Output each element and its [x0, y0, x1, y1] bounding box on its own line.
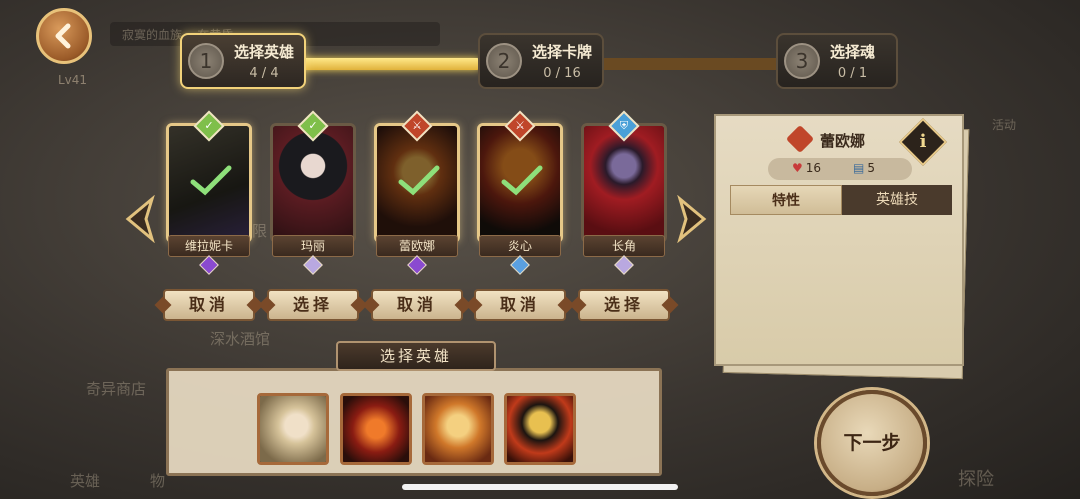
cancel-button[interactable]: 取消	[371, 289, 463, 321]
prev-arrow-button[interactable]	[122, 194, 156, 244]
home-indicator[interactable]	[402, 484, 678, 490]
step-count: 0 / 16	[543, 66, 581, 81]
hero-card-veronica[interactable]: ✓ 维拉妮卡	[166, 110, 252, 275]
selected-hero-thumb[interactable]	[422, 393, 494, 465]
player-level: Lv41	[58, 73, 88, 87]
cancel-button[interactable]: 取消	[474, 289, 566, 321]
ghost-label: 深水酒馆	[210, 330, 271, 348]
rarity-gem-icon	[199, 255, 219, 275]
selected-hero-thumb[interactable]	[504, 393, 576, 465]
step-number: 2	[486, 43, 522, 79]
hero-portrait	[584, 126, 664, 240]
step-number: 3	[784, 43, 820, 79]
info-icon: i	[919, 131, 927, 152]
health-value: 16	[805, 161, 822, 175]
chevron-right-icon	[677, 194, 707, 244]
check-icon	[501, 165, 543, 196]
detail-hero-name: 蕾欧娜	[820, 132, 866, 150]
rarity-gem-icon	[510, 255, 530, 275]
heart-icon: ♥	[792, 161, 803, 175]
step-select-soul[interactable]: 3 选择魂 0 / 1	[776, 33, 898, 89]
hero-name: 玛丽	[272, 235, 354, 257]
step-count: 4 / 4	[249, 66, 279, 81]
back-button[interactable]	[36, 8, 92, 64]
step-title: 选择魂	[830, 43, 876, 61]
card-icon: ▤	[853, 161, 865, 175]
hero-name: 长角	[583, 235, 665, 257]
ghost-label: 英雄	[70, 472, 101, 490]
next-arrow-button[interactable]	[676, 194, 710, 244]
ghost-label: 活动	[992, 118, 1017, 132]
hero-card-mary[interactable]: ✓ 玛丽	[270, 110, 356, 275]
check-icon	[190, 165, 232, 196]
card-value: 5	[867, 161, 875, 175]
selected-hero-thumb[interactable]	[257, 393, 329, 465]
ghost-label: 奇异商店	[86, 380, 147, 398]
tab-hero-skill[interactable]: 英雄技	[842, 185, 952, 215]
chevron-left-icon	[55, 23, 71, 49]
chevron-left-icon	[125, 194, 155, 244]
ghost-label: 物	[150, 472, 166, 490]
select-button[interactable]: 选择	[267, 289, 359, 321]
hero-portrait	[273, 126, 353, 240]
selected-heroes-title: 选择英雄	[336, 341, 496, 371]
select-button[interactable]: 选择	[578, 289, 670, 321]
card-stat: ▤ 5	[853, 161, 875, 175]
next-step-button[interactable]: 下一步	[817, 390, 927, 496]
rarity-gem-icon	[614, 255, 634, 275]
hero-card-leona[interactable]: ⚔ 蕾欧娜	[374, 110, 460, 275]
selected-heroes-panel	[166, 368, 662, 476]
hero-card-flameheart[interactable]: ⚔ 炎心	[477, 110, 563, 275]
tab-traits[interactable]: 特性	[730, 185, 842, 215]
hero-stats-bar: ♥ 16 ▤ 5	[768, 158, 912, 180]
detail-tabs: 特性 英雄技	[730, 185, 952, 215]
hero-name: 维拉妮卡	[168, 235, 250, 257]
step-progress-fill	[300, 58, 480, 70]
hero-name: 蕾欧娜	[376, 235, 458, 257]
step-title: 选择卡牌	[532, 43, 593, 61]
selected-hero-thumb[interactable]	[340, 393, 412, 465]
cancel-button[interactable]: 取消	[163, 289, 255, 321]
step-number: 1	[188, 43, 224, 79]
ghost-label: 探险	[958, 469, 994, 490]
hero-name: 炎心	[479, 235, 561, 257]
hero-card-longhorn[interactable]: ⛨ 长角	[581, 110, 667, 275]
rarity-gem-icon	[407, 255, 427, 275]
check-icon	[398, 165, 440, 196]
step-count: 0 / 1	[837, 66, 868, 81]
step-title: 选择英雄	[234, 43, 295, 61]
step-select-hero[interactable]: 1 选择英雄 4 / 4	[180, 33, 306, 89]
health-stat: ♥ 16	[792, 161, 821, 175]
ghost-label: 限	[252, 222, 268, 240]
rarity-gem-icon	[303, 255, 323, 275]
step-select-cards[interactable]: 2 选择卡牌 0 / 16	[478, 33, 604, 89]
